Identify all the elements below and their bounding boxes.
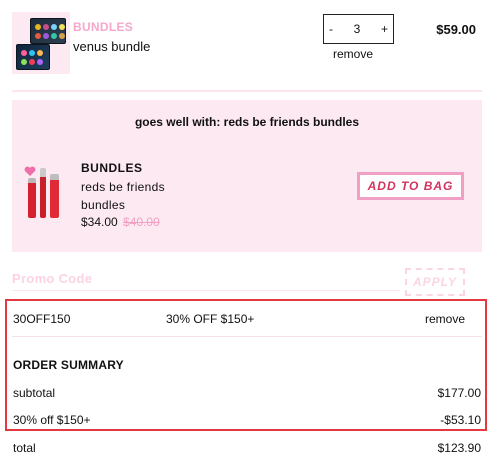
- cart-item: BUNDLES venus bundle - 3 + remove $59.00: [12, 12, 482, 78]
- promo-code-input[interactable]: [12, 290, 400, 291]
- quantity-value[interactable]: 3: [354, 22, 361, 36]
- palette-image: [16, 44, 50, 70]
- product-thumbnail[interactable]: [12, 12, 70, 74]
- recommended-price: $34.00 $40.00: [81, 215, 160, 229]
- total-value: $123.90: [437, 441, 481, 455]
- palette-image: [30, 18, 66, 44]
- product-image[interactable]: [24, 166, 64, 222]
- current-price: $34.00: [81, 215, 118, 229]
- item-name[interactable]: venus bundle: [73, 39, 150, 54]
- total-label: total: [13, 441, 36, 455]
- quantity-stepper: - 3 +: [323, 14, 394, 44]
- order-summary-title: ORDER SUMMARY: [13, 358, 124, 372]
- apply-button[interactable]: APPLY: [405, 268, 465, 296]
- discount-value: -$53.10: [440, 413, 481, 427]
- divider: [12, 336, 482, 337]
- heart-icon: [24, 166, 36, 176]
- remove-promo-link[interactable]: remove: [425, 312, 465, 326]
- recommendation-panel: goes well with: reds be friends bundles …: [12, 100, 482, 252]
- recommendation-heading: goes well with: reds be friends bundles: [134, 115, 360, 129]
- promo-code-label: Promo Code: [12, 271, 93, 286]
- item-brand: BUNDLES: [73, 20, 134, 34]
- subtotal-value: $177.00: [437, 386, 481, 400]
- recommended-brand: BUNDLES: [81, 161, 143, 175]
- add-to-bag-button[interactable]: ADD TO BAG: [357, 172, 464, 200]
- divider: [12, 90, 482, 92]
- subtotal-label: subtotal: [13, 386, 56, 400]
- original-price: $40.00: [123, 215, 160, 229]
- decrease-quantity-button[interactable]: -: [329, 22, 333, 36]
- applied-promo-description: 30% OFF $150+: [166, 312, 255, 326]
- item-price: $59.00: [436, 22, 476, 37]
- recommended-name[interactable]: reds be friends bundles: [81, 178, 191, 214]
- discount-label: 30% off $150+: [13, 413, 91, 427]
- remove-item-link[interactable]: remove: [333, 47, 373, 61]
- increase-quantity-button[interactable]: +: [381, 22, 388, 36]
- applied-promo-code: 30OFF150: [13, 312, 71, 326]
